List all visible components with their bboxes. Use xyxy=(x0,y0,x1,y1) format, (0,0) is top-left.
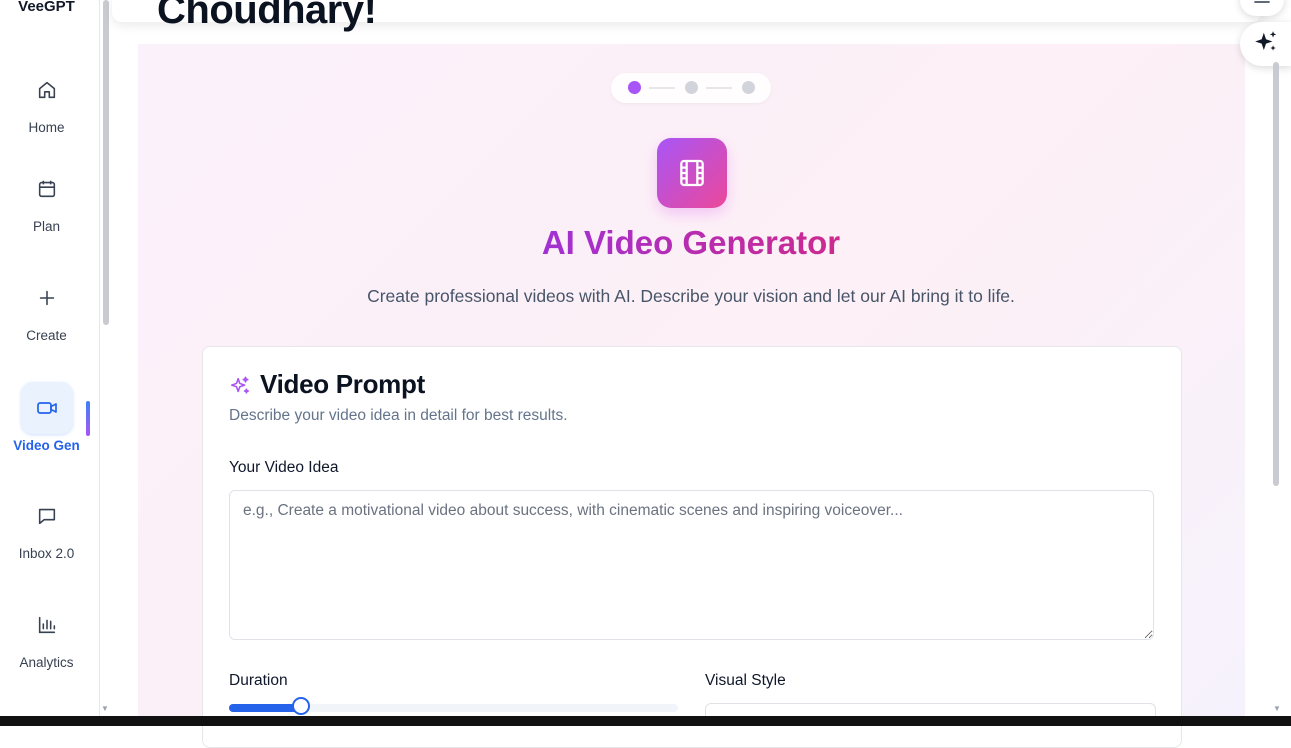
page-scroll-down-arrow[interactable]: ▼ xyxy=(1273,704,1281,713)
sidebar-item-label: Create xyxy=(26,328,67,343)
sidebar-item-label: Plan xyxy=(32,219,61,234)
video-idea-input[interactable] xyxy=(229,490,1154,640)
plus-icon xyxy=(21,272,73,324)
duration-label: Duration xyxy=(229,672,288,689)
sidebar-item-label: Inbox 2.0 xyxy=(18,546,75,561)
page-scrollbar[interactable] xyxy=(1273,62,1279,486)
page-title: AI Video Generator xyxy=(440,224,942,262)
card-title: Video Prompt xyxy=(260,369,425,399)
sidebar-item-home[interactable]: Home xyxy=(0,64,93,135)
step-connector xyxy=(706,87,732,89)
sidebar: VeeGPT Home Plan Create Video Gen Inbox … xyxy=(0,0,100,716)
card-description: Describe your video idea in detail for b… xyxy=(229,407,568,424)
duration-slider-fill xyxy=(229,704,301,712)
sidebar-item-plan[interactable]: Plan xyxy=(0,163,93,234)
sidebar-item-label: Video Gen xyxy=(13,438,80,453)
taskbar-edge xyxy=(0,716,1291,726)
ai-assistant-button[interactable] xyxy=(1240,22,1291,66)
sidebar-item-video-gen[interactable]: Video Gen xyxy=(0,382,93,453)
video-camera-icon xyxy=(20,382,73,434)
home-icon xyxy=(21,64,73,116)
film-icon xyxy=(657,138,727,208)
video-idea-label: Your Video Idea xyxy=(229,459,339,476)
sidebar-item-label: Analytics xyxy=(19,655,74,670)
sidebar-scroll-down-arrow[interactable]: ▼ xyxy=(101,704,109,713)
sparkle-icon xyxy=(1253,29,1279,60)
menu-icon xyxy=(1253,0,1271,10)
sidebar-item-create[interactable]: Create xyxy=(0,272,93,343)
step-1-dot xyxy=(628,81,641,94)
sparkles-icon xyxy=(229,375,251,402)
chat-icon xyxy=(21,490,73,542)
active-indicator xyxy=(86,401,90,436)
step-3-dot xyxy=(742,81,755,94)
sidebar-scrollbar[interactable] xyxy=(103,0,109,325)
greeting-title: Choudhary! xyxy=(157,0,377,32)
menu-button[interactable] xyxy=(1240,0,1284,16)
sidebar-item-analytics[interactable]: Analytics xyxy=(0,599,93,670)
calendar-icon xyxy=(21,163,73,215)
progress-stepper xyxy=(611,73,771,103)
sidebar-item-inbox[interactable]: Inbox 2.0 xyxy=(0,490,93,561)
visual-style-label: Visual Style xyxy=(705,672,786,689)
step-2-dot xyxy=(685,81,698,94)
page-subtitle: Create professional videos with AI. Desc… xyxy=(367,286,1015,306)
sidebar-item-label: Home xyxy=(28,120,65,135)
bar-chart-icon xyxy=(21,599,73,651)
brand-name: VeeGPT xyxy=(18,0,75,15)
duration-slider-thumb[interactable] xyxy=(291,697,310,715)
step-connector xyxy=(649,87,675,89)
